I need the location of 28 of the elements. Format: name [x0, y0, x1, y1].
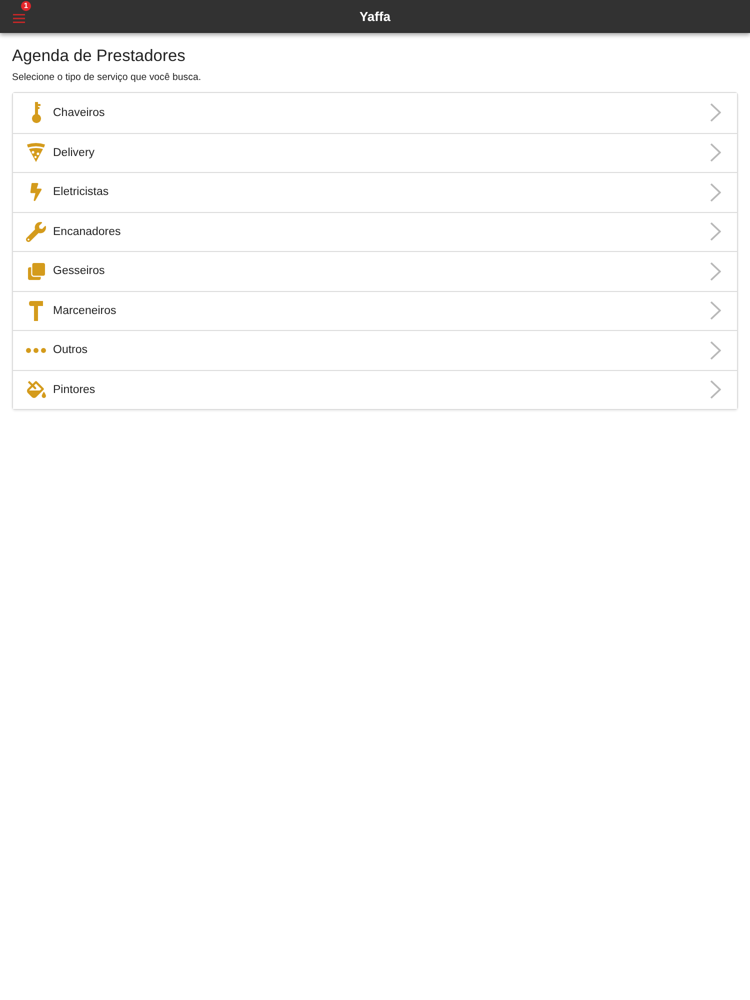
chevron-icon	[710, 262, 721, 281]
overlapping-squares-icon	[28, 262, 44, 280]
page-title: Agenda de Prestadores	[12, 46, 186, 67]
chevron-icon	[710, 182, 721, 202]
service-item[interactable]: Eletricistas	[13, 172, 737, 212]
ellipsis-icon	[26, 348, 46, 353]
hammer-icon	[29, 300, 43, 321]
chevron-icon	[710, 103, 721, 122]
service-item[interactable]: Delivery	[13, 132, 737, 172]
service-item[interactable]: Marceneiros	[13, 290, 737, 330]
service-item[interactable]: Chaveiros	[13, 93, 737, 132]
service-item[interactable]: Outros	[13, 330, 737, 370]
key-icon	[32, 102, 40, 124]
pizza-slice-icon	[27, 143, 45, 162]
chevron-icon	[710, 143, 721, 162]
service-item[interactable]: Gesseiros	[13, 251, 737, 290]
chevron-icon	[710, 380, 721, 400]
page-subtitle: Selecione o tipo de serviço que você busca.	[12, 71, 202, 84]
menu-icon	[13, 14, 25, 23]
chevron-icon	[710, 301, 721, 320]
app-title: Yaffa	[358, 9, 392, 24]
menu-button[interactable]	[13, 14, 25, 23]
chevron-icon	[710, 222, 721, 242]
wrench-icon	[26, 222, 46, 242]
service-item[interactable]: Pintores	[13, 370, 737, 409]
paint-bucket-icon	[26, 380, 46, 400]
service-item[interactable]: Encanadores	[13, 212, 737, 251]
chevron-icon	[710, 340, 721, 360]
